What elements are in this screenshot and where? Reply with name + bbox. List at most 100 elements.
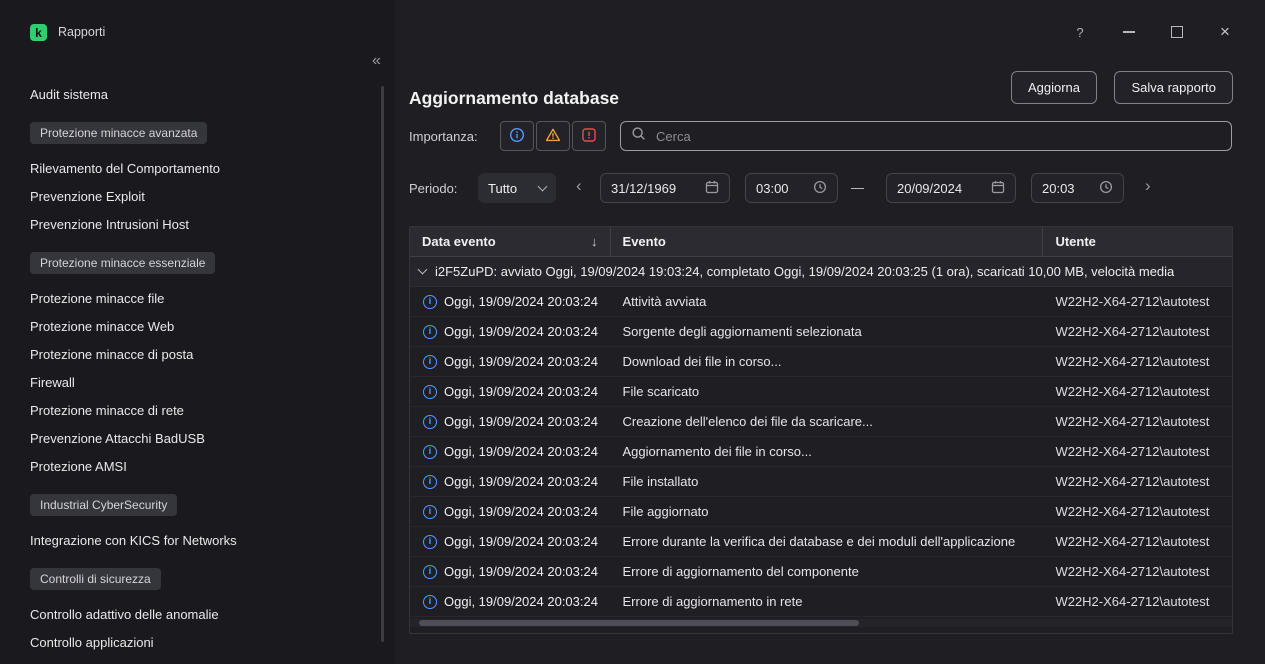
table-row[interactable]: Oggi, 19/09/2024 20:03:24 Sorgente degli… bbox=[410, 317, 1232, 347]
table-row[interactable]: Oggi, 19/09/2024 20:03:24 Attività avvia… bbox=[410, 287, 1232, 317]
sidebar-item[interactable]: Prevenzione Intrusioni Host bbox=[30, 210, 189, 238]
date-from-value: 31/12/1969 bbox=[611, 181, 676, 196]
column-header-data-evento[interactable]: Data evento ↓ bbox=[410, 227, 611, 256]
sidebar-item[interactable]: Prevenzione Attacchi BadUSB bbox=[30, 424, 205, 452]
event-text: Errore durante la verifica dei database … bbox=[611, 534, 1044, 549]
sidebar-item[interactable]: Protezione AMSI bbox=[30, 452, 127, 480]
sidebar-item[interactable]: Audit sistema bbox=[30, 80, 108, 108]
period-dropdown[interactable]: Tutto bbox=[478, 173, 556, 203]
table-row[interactable]: Oggi, 19/09/2024 20:03:24 File scaricato… bbox=[410, 377, 1232, 407]
event-date: Oggi, 19/09/2024 20:03:24 bbox=[444, 414, 598, 429]
event-date-cell: Oggi, 19/09/2024 20:03:24 bbox=[410, 354, 611, 369]
sidebar-item[interactable]: Controllo adattivo delle anomalie bbox=[30, 600, 219, 628]
info-icon bbox=[423, 385, 437, 399]
events-table: Data evento ↓ Evento Utente i2F5ZuPD: av… bbox=[409, 226, 1233, 634]
info-icon bbox=[509, 127, 525, 146]
period-prev-icon[interactable]: ‹ bbox=[572, 176, 586, 196]
sidebar-item[interactable]: Firewall bbox=[30, 368, 75, 396]
period-label: Periodo: bbox=[409, 181, 457, 196]
sidebar-section-badge: Industrial CyberSecurity bbox=[30, 494, 177, 516]
table-row[interactable]: Oggi, 19/09/2024 20:03:24 Errore di aggi… bbox=[410, 557, 1232, 587]
event-text: File scaricato bbox=[611, 384, 1044, 399]
table-row[interactable]: Oggi, 19/09/2024 20:03:24 File installat… bbox=[410, 467, 1232, 497]
time-to-field[interactable]: 20:03 bbox=[1031, 173, 1124, 203]
horizontal-scrollbar-thumb[interactable] bbox=[419, 620, 859, 626]
event-user: W22H2-X64-2712\autotest bbox=[1043, 294, 1232, 309]
event-user: W22H2-X64-2712\autotest bbox=[1043, 594, 1232, 609]
event-user: W22H2-X64-2712\autotest bbox=[1043, 444, 1232, 459]
column-header-utente[interactable]: Utente bbox=[1043, 227, 1232, 256]
sidebar-item[interactable]: Integrazione con KICS for Networks bbox=[30, 526, 237, 554]
table-row[interactable]: Oggi, 19/09/2024 20:03:24 Download dei f… bbox=[410, 347, 1232, 377]
table-row[interactable]: Oggi, 19/09/2024 20:03:24 File aggiornat… bbox=[410, 497, 1232, 527]
group-row[interactable]: i2F5ZuPD: avviato Oggi, 19/09/2024 19:03… bbox=[410, 257, 1232, 287]
event-date: Oggi, 19/09/2024 20:03:24 bbox=[444, 444, 598, 459]
event-date-cell: Oggi, 19/09/2024 20:03:24 bbox=[410, 414, 611, 429]
date-to-field[interactable]: 20/09/2024 bbox=[886, 173, 1016, 203]
event-user: W22H2-X64-2712\autotest bbox=[1043, 384, 1232, 399]
sidebar-item[interactable]: Prevenzione Exploit bbox=[30, 182, 145, 210]
help-icon[interactable]: ? bbox=[1068, 21, 1092, 43]
period-next-icon[interactable]: › bbox=[1141, 176, 1155, 196]
event-date: Oggi, 19/09/2024 20:03:24 bbox=[444, 534, 598, 549]
importance-warning-button[interactable] bbox=[536, 121, 570, 151]
table-row[interactable]: Oggi, 19/09/2024 20:03:24 Creazione dell… bbox=[410, 407, 1232, 437]
search-box bbox=[620, 121, 1232, 151]
event-text: Creazione dell'elenco dei file da scaric… bbox=[611, 414, 1044, 429]
event-date: Oggi, 19/09/2024 20:03:24 bbox=[444, 294, 598, 309]
event-text: Download dei file in corso... bbox=[611, 354, 1044, 369]
sidebar-section-badge: Protezione minacce essenziale bbox=[30, 252, 215, 274]
close-icon[interactable]: × bbox=[1213, 21, 1237, 43]
event-text: Aggiornamento dei file in corso... bbox=[611, 444, 1044, 459]
time-from-field[interactable]: 03:00 bbox=[745, 173, 838, 203]
column-label: Evento bbox=[623, 234, 666, 249]
event-date-cell: Oggi, 19/09/2024 20:03:24 bbox=[410, 474, 611, 489]
info-icon bbox=[423, 445, 437, 459]
event-date: Oggi, 19/09/2024 20:03:24 bbox=[444, 504, 598, 519]
app-window: Rapporti ? × Audit sistemaProtezione min… bbox=[0, 0, 1265, 664]
importance-critical-button[interactable] bbox=[572, 121, 606, 151]
clock-icon bbox=[813, 180, 827, 197]
event-date-cell: Oggi, 19/09/2024 20:03:24 bbox=[410, 594, 611, 609]
event-date-cell: Oggi, 19/09/2024 20:03:24 bbox=[410, 324, 611, 339]
sort-descending-icon: ↓ bbox=[591, 234, 598, 249]
clock-icon bbox=[1099, 180, 1113, 197]
event-date: Oggi, 19/09/2024 20:03:24 bbox=[444, 384, 598, 399]
sidebar-scrollbar[interactable] bbox=[381, 86, 384, 642]
event-user: W22H2-X64-2712\autotest bbox=[1043, 534, 1232, 549]
expander-chevron-down-icon bbox=[418, 265, 428, 275]
sidebar-item[interactable]: Protezione minacce di rete bbox=[30, 396, 184, 424]
sidebar-item[interactable]: Protezione minacce file bbox=[30, 284, 164, 312]
sidebar-item[interactable]: Protezione minacce Web bbox=[30, 312, 174, 340]
sidebar-item[interactable]: Rilevamento del Comportamento bbox=[30, 154, 220, 182]
maximize-icon[interactable] bbox=[1165, 21, 1189, 43]
info-icon bbox=[423, 475, 437, 489]
info-icon bbox=[423, 565, 437, 579]
critical-icon bbox=[581, 127, 597, 146]
event-date: Oggi, 19/09/2024 20:03:24 bbox=[444, 354, 598, 369]
column-header-evento[interactable]: Evento bbox=[611, 227, 1044, 256]
table-row[interactable]: Oggi, 19/09/2024 20:03:24 Errore di aggi… bbox=[410, 587, 1232, 617]
search-icon bbox=[631, 126, 646, 146]
importance-info-button[interactable] bbox=[500, 121, 534, 151]
sidebar-section-badge: Protezione minacce avanzata bbox=[30, 122, 207, 144]
event-date-cell: Oggi, 19/09/2024 20:03:24 bbox=[410, 534, 611, 549]
period-dropdown-value: Tutto bbox=[488, 181, 517, 196]
collapse-sidebar-icon[interactable]: « bbox=[366, 50, 387, 72]
table-row[interactable]: Oggi, 19/09/2024 20:03:24 Errore durante… bbox=[410, 527, 1232, 557]
event-text: File aggiornato bbox=[611, 504, 1044, 519]
refresh-button[interactable]: Aggiorna bbox=[1011, 71, 1097, 104]
search-input[interactable] bbox=[654, 128, 1221, 145]
kaspersky-logo-icon bbox=[30, 24, 47, 41]
minimize-icon[interactable] bbox=[1117, 21, 1141, 43]
range-separator: — bbox=[851, 180, 864, 195]
info-icon bbox=[423, 505, 437, 519]
sidebar-section-badge: Controlli di sicurezza bbox=[30, 568, 161, 590]
date-from-field[interactable]: 31/12/1969 bbox=[600, 173, 730, 203]
event-text: Attività avviata bbox=[611, 294, 1044, 309]
sidebar-item[interactable]: Controllo applicazioni bbox=[30, 628, 154, 656]
sidebar-item[interactable]: Protezione minacce di posta bbox=[30, 340, 193, 368]
save-report-button[interactable]: Salva rapporto bbox=[1114, 71, 1233, 104]
calendar-icon bbox=[991, 180, 1005, 197]
table-row[interactable]: Oggi, 19/09/2024 20:03:24 Aggiornamento … bbox=[410, 437, 1232, 467]
